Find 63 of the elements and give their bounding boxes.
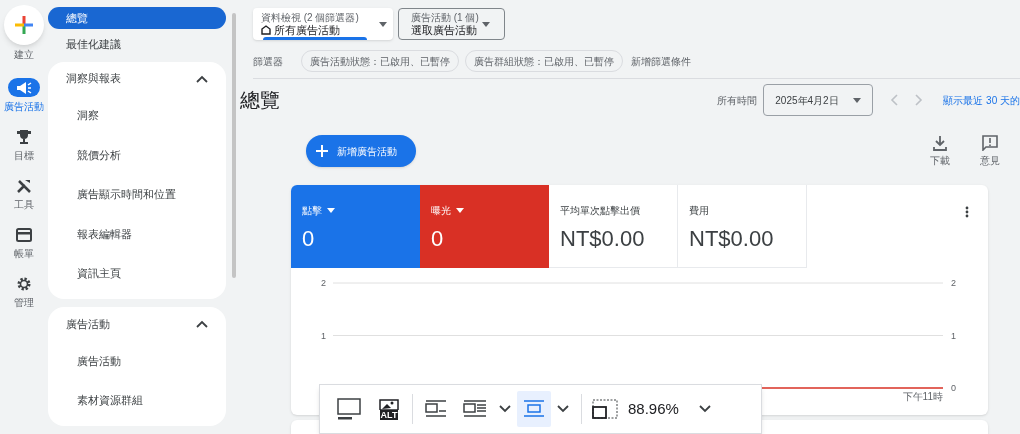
nav-item[interactable]: 資訊主頁 <box>48 253 226 293</box>
resize-icon <box>592 399 618 419</box>
trophy-icon <box>16 128 32 145</box>
date-dropdown[interactable]: 2025年4月2日 <box>763 84 874 116</box>
nav-item[interactable]: 報表編輯器 <box>48 214 226 254</box>
metric-tile[interactable]: 平均單次點擊出價 NT$0.00 <box>549 185 678 268</box>
date-range-label: 所有時間 <box>717 93 758 108</box>
rail-item[interactable]: 帳單 <box>8 225 40 261</box>
y-axis-label: 2 <box>951 278 956 288</box>
nav-item[interactable]: 洞察 <box>48 95 226 135</box>
card-icon <box>16 227 32 242</box>
chevron-down-icon <box>497 405 513 413</box>
megaphone-icon <box>16 80 32 95</box>
x-axis-label: 下午11時 <box>902 391 943 402</box>
page-title: 總覽 <box>240 88 280 113</box>
create-button[interactable] <box>4 5 44 45</box>
tools-icon <box>16 177 32 194</box>
feedback-icon <box>982 135 998 151</box>
zoom-value: 88.96% <box>628 398 679 419</box>
plus-icon <box>14 15 34 35</box>
image-icon <box>378 398 400 410</box>
rail-item[interactable]: 廣告活動 <box>4 78 44 114</box>
add-filter-link[interactable]: 新增篩選條件 <box>631 53 691 69</box>
section-header[interactable]: 洞察與報表 <box>48 61 226 96</box>
y-axis-label: 0 <box>951 383 956 393</box>
view-selector[interactable]: 資料檢視 (2 個篩選器) 所有廣告活動 <box>253 8 393 40</box>
caret-icon <box>853 97 862 103</box>
chevron-down-icon <box>698 405 711 413</box>
chevron-up-icon <box>196 74 208 83</box>
nav-item[interactable]: 最佳化建議 <box>48 33 226 56</box>
more-options-icon[interactable] <box>965 206 969 218</box>
plus-icon <box>316 145 328 157</box>
nav-item[interactable]: 總覽 <box>48 7 226 30</box>
nav-item[interactable]: 競價分析 <box>48 135 226 175</box>
metric-tile[interactable]: 費用 NT$0.00 <box>678 185 807 268</box>
chevron-down-icon <box>555 405 571 413</box>
show-last-30-days-link[interactable]: 顯示最近 30 天的 <box>943 92 1020 108</box>
y-axis-label: 2 <box>321 278 326 288</box>
new-campaign-button[interactable]: 新增廣告活動 <box>306 135 416 167</box>
metric-tile[interactable]: 曝光 0 <box>420 185 549 268</box>
alt-text-button[interactable]: ALT <box>372 391 406 427</box>
gear-icon <box>16 275 32 292</box>
campaign-selector[interactable]: 廣告活動 (1 個) 選取廣告活動 <box>398 8 505 40</box>
break-text-icon[interactable] <box>517 391 551 427</box>
create-label: 建立 <box>14 48 34 62</box>
metric-tile[interactable]: 點擊 0 <box>291 185 420 268</box>
rail-item[interactable]: 工具 <box>8 176 40 212</box>
nav-item[interactable]: 廣告顯示時間和位置 <box>48 174 226 214</box>
download-icon <box>933 135 947 151</box>
caret-icon <box>379 21 387 27</box>
caret-icon <box>482 21 490 27</box>
y-axis-label: 1 <box>951 330 956 341</box>
home-icon <box>261 24 271 35</box>
nav-item[interactable]: 素材資源群組 <box>48 380 226 420</box>
chevron-up-icon <box>196 320 208 328</box>
rail-item[interactable]: 目標 <box>8 127 40 163</box>
filters-label: 篩選器 <box>253 54 283 69</box>
toolbar-action[interactable]: 意見 <box>970 135 1010 168</box>
y-axis-label: 1 <box>321 330 326 341</box>
section-header[interactable]: 廣告活動 <box>48 307 226 341</box>
rail-item[interactable]: 管理 <box>8 274 40 310</box>
toolbar-action[interactable]: 下載 <box>920 135 960 168</box>
nav-item[interactable]: 廣告活動 <box>48 341 226 381</box>
